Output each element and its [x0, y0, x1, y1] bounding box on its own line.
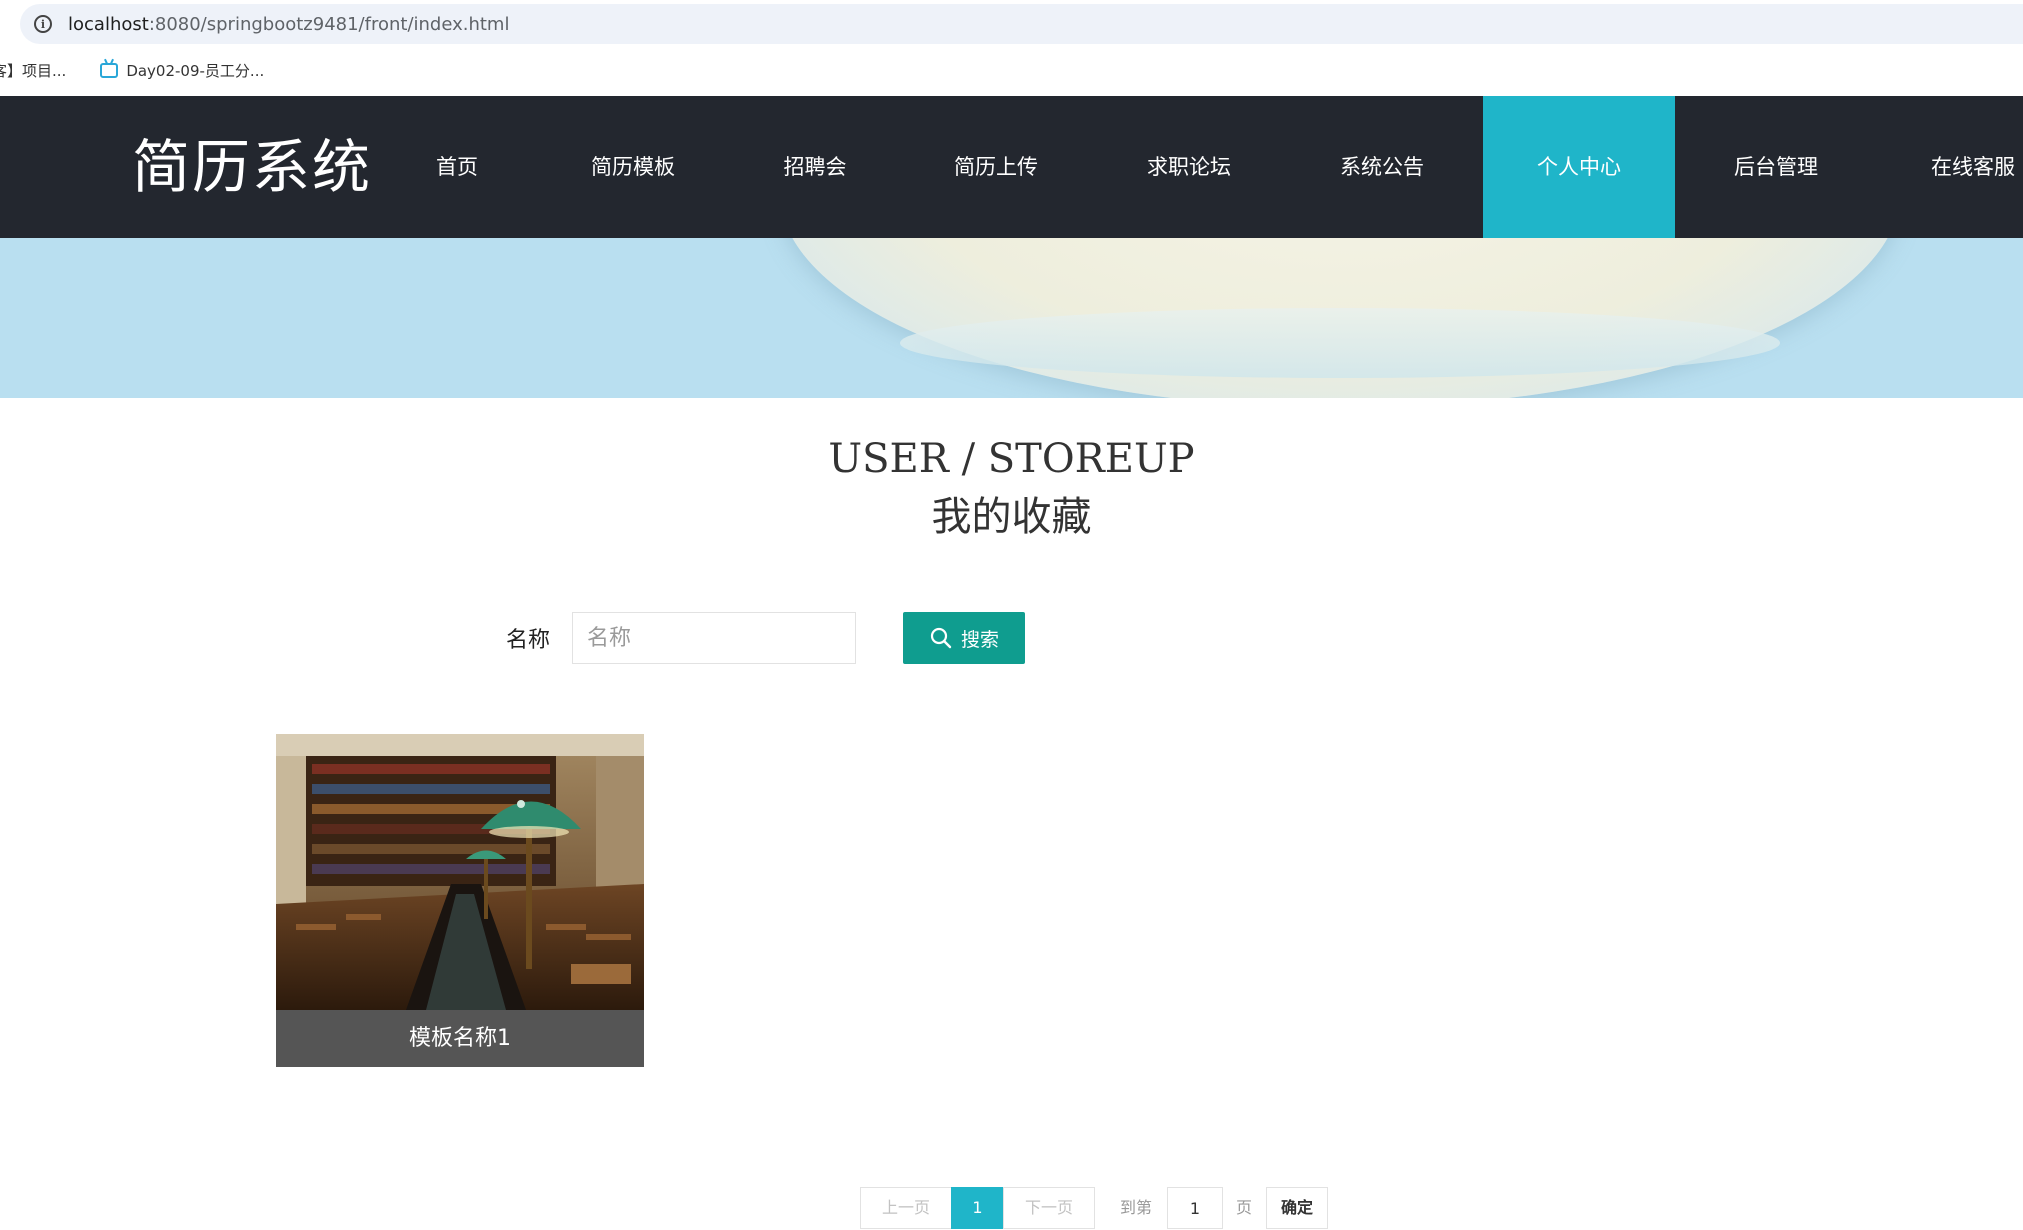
url-host: localhost — [68, 13, 149, 35]
search-input[interactable] — [572, 612, 856, 664]
page-number-button[interactable]: 1 — [951, 1187, 1004, 1229]
nav-item-admin[interactable]: 后台管理 — [1717, 96, 1835, 238]
nav-item-job-forum[interactable]: 求职论坛 — [1130, 96, 1248, 238]
bookmark-label: Day02-09-员工分... — [126, 61, 265, 80]
url-path: :8080/springbootz9481/front/index.html — [148, 13, 510, 35]
goto-page-input[interactable] — [1167, 1187, 1223, 1229]
goto-confirm-button[interactable]: 确定 — [1266, 1187, 1328, 1229]
nav-item-home[interactable]: 首页 — [416, 96, 498, 238]
nav-item-job-fair[interactable]: 招聘会 — [766, 96, 864, 238]
banner-bowl-rim — [900, 308, 1780, 378]
url-text[interactable]: localhost:8080/springbootz9481/front/ind… — [68, 14, 509, 35]
goto-label: 到第 — [1120, 1198, 1153, 1217]
card-thumbnail-library-image[interactable] — [276, 734, 644, 1010]
bookmark-item[interactable]: 客】项目... — [0, 60, 66, 81]
page-title-cn: 我的收藏 — [931, 494, 1092, 540]
next-page-button[interactable]: 下一页 — [1003, 1187, 1095, 1229]
nav-item-personal-center[interactable]: 个人中心 — [1483, 96, 1675, 238]
nav-item-online-service[interactable]: 在线客服 — [1914, 96, 2023, 238]
address-bar[interactable]: i localhost:8080/springbootz9481/front/i… — [20, 4, 2023, 44]
hero-banner — [0, 238, 2023, 398]
search-icon — [930, 627, 952, 649]
bookmark-item[interactable]: Day02-09-员工分... — [100, 60, 264, 81]
page-title-en: USER / STOREUP — [828, 436, 1195, 482]
prev-page-button[interactable]: 上一页 — [860, 1187, 952, 1229]
page-unit-label: 页 — [1236, 1198, 1253, 1217]
bookmark-label: 客】项目... — [0, 61, 67, 80]
nav-item-resume-upload[interactable]: 简历上传 — [937, 96, 1055, 238]
favorite-card[interactable]: 模板名称1 — [276, 734, 644, 1067]
bilibili-icon — [100, 62, 119, 78]
search-label: 名称 — [506, 628, 551, 653]
search-button[interactable]: 搜索 — [903, 612, 1025, 664]
bookmarks-bar: 客】项目... Day02-09-员工分... — [0, 48, 2023, 92]
pagination: 上一页 1 下一页 到第 页 确定 — [0, 1187, 2023, 1229]
top-navbar: 简历系统 首页 简历模板 招聘会 简历上传 求职论坛 系统公告 个人中心 后台管… — [0, 96, 2023, 238]
nav-item-announcements[interactable]: 系统公告 — [1323, 96, 1441, 238]
search-button-label: 搜索 — [960, 628, 999, 651]
site-info-icon[interactable]: i — [34, 15, 52, 33]
card-title[interactable]: 模板名称1 — [276, 1010, 644, 1067]
nav-item-resume-templates[interactable]: 简历模板 — [574, 96, 692, 238]
site-logo[interactable]: 简历系统 — [132, 96, 372, 238]
library-illustration — [276, 734, 644, 1010]
